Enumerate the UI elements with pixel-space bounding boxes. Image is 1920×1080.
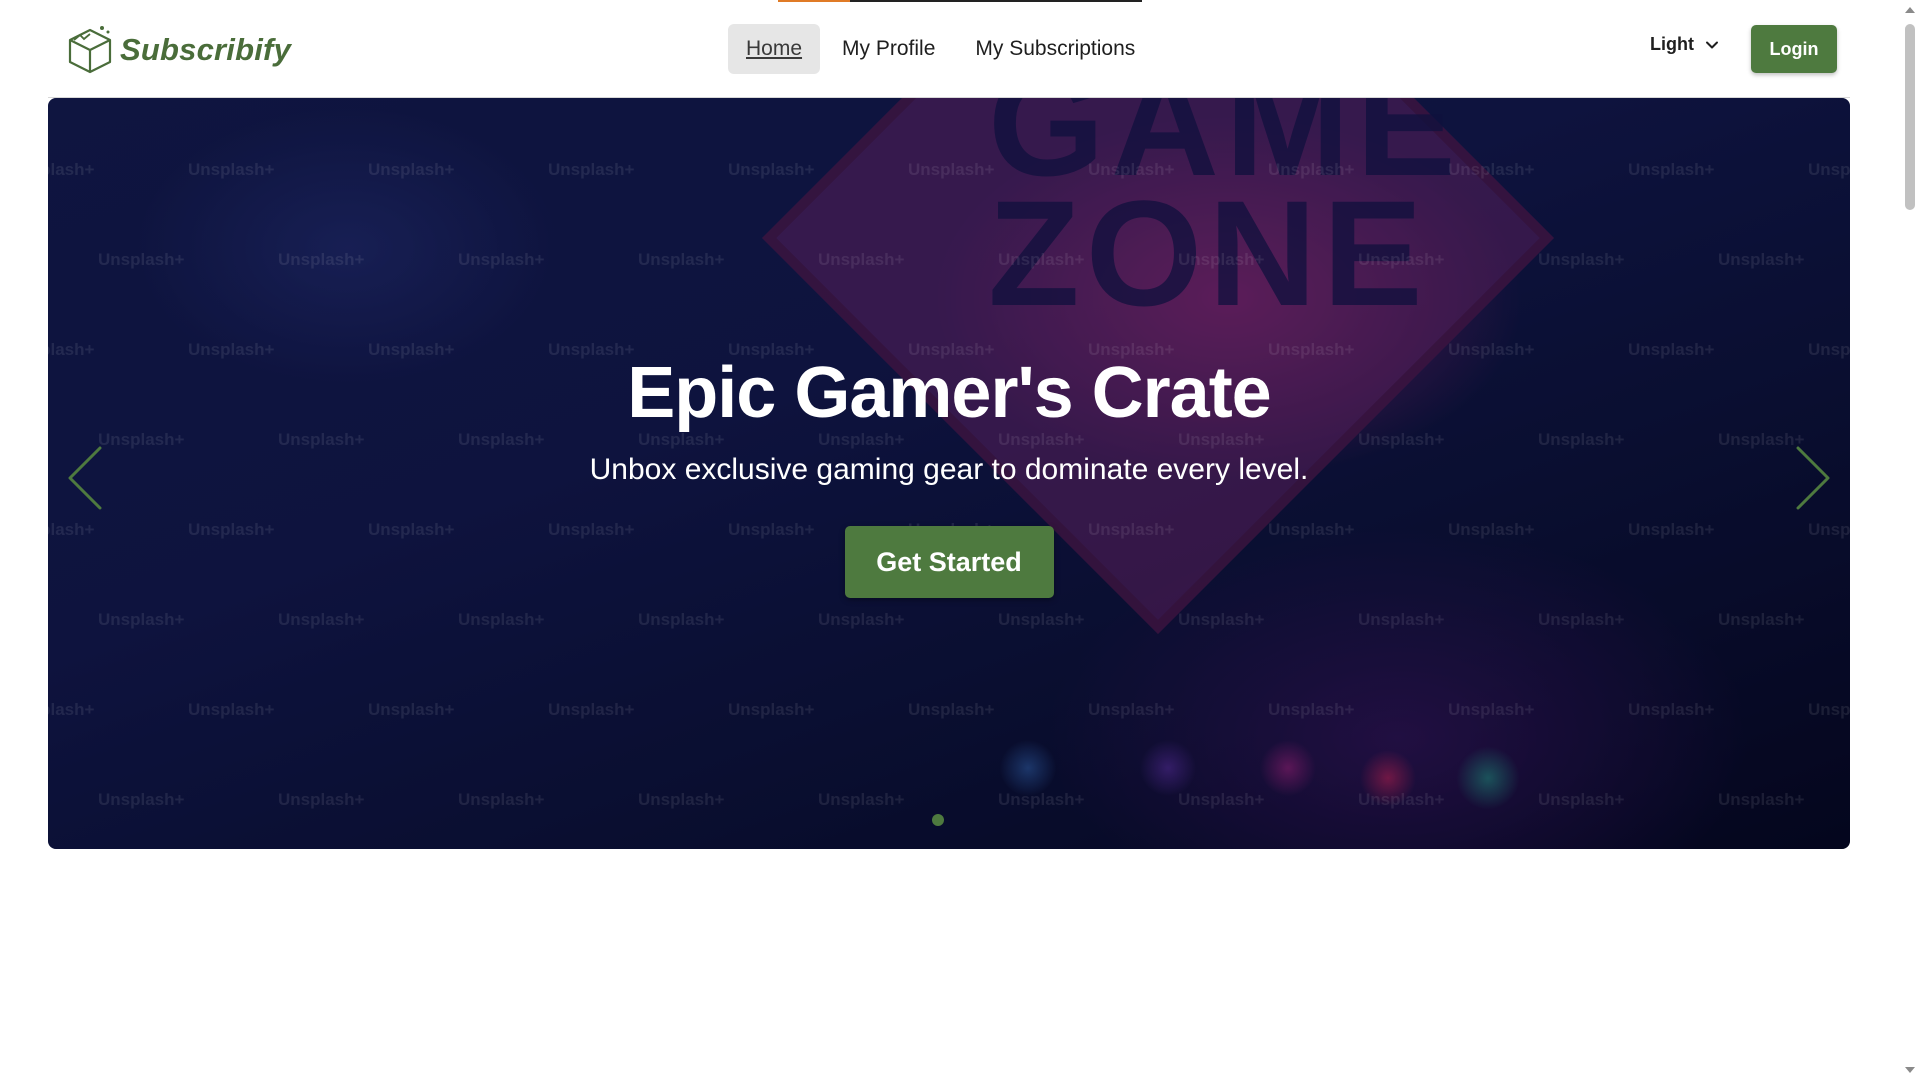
carousel-indicator-1[interactable] — [932, 814, 944, 826]
crate-box-icon — [68, 26, 112, 74]
hero-content: Epic Gamer's Crate Unbox exclusive gamin… — [48, 348, 1850, 598]
scroll-down-arrow-icon[interactable] — [1904, 1064, 1916, 1076]
hero-subtitle: Unbox exclusive gaming gear to dominate … — [589, 453, 1309, 486]
get-started-button[interactable]: Get Started — [844, 526, 1054, 598]
chevron-right-icon — [1796, 446, 1830, 510]
login-button[interactable]: Login — [1751, 25, 1837, 73]
hero-title: Epic Gamer's Crate — [627, 353, 1271, 433]
nav-link-my-subscriptions[interactable]: My Subscriptions — [957, 24, 1153, 74]
theme-dropdown-value: Light — [1650, 34, 1694, 54]
navbar: Subscribify Home My Profile My Subscript… — [0, 0, 1900, 98]
chevron-left-icon — [68, 446, 102, 510]
brand-logo-link[interactable]: Subscribify — [66, 22, 291, 78]
theme-dropdown[interactable]: Light — [1650, 34, 1720, 55]
chevron-down-icon — [1705, 41, 1718, 48]
carousel-prev-button[interactable] — [62, 438, 112, 518]
nav-link-home[interactable]: Home — [728, 24, 821, 74]
brand-name: Subscribify — [120, 32, 292, 67]
scroll-up-arrow-icon[interactable] — [1904, 4, 1916, 16]
carousel-next-button[interactable] — [1786, 438, 1836, 518]
hero-carousel: GAME ZONE Unsplash+Unsplash+Unsplash+Uns… — [48, 98, 1850, 849]
main-nav: Home My Profile My Subscriptions — [728, 24, 1153, 74]
scrollbar-thumb[interactable] — [1905, 24, 1915, 210]
page-scrollbar[interactable] — [1900, 0, 1920, 1080]
nav-link-my-profile[interactable]: My Profile — [824, 24, 953, 74]
